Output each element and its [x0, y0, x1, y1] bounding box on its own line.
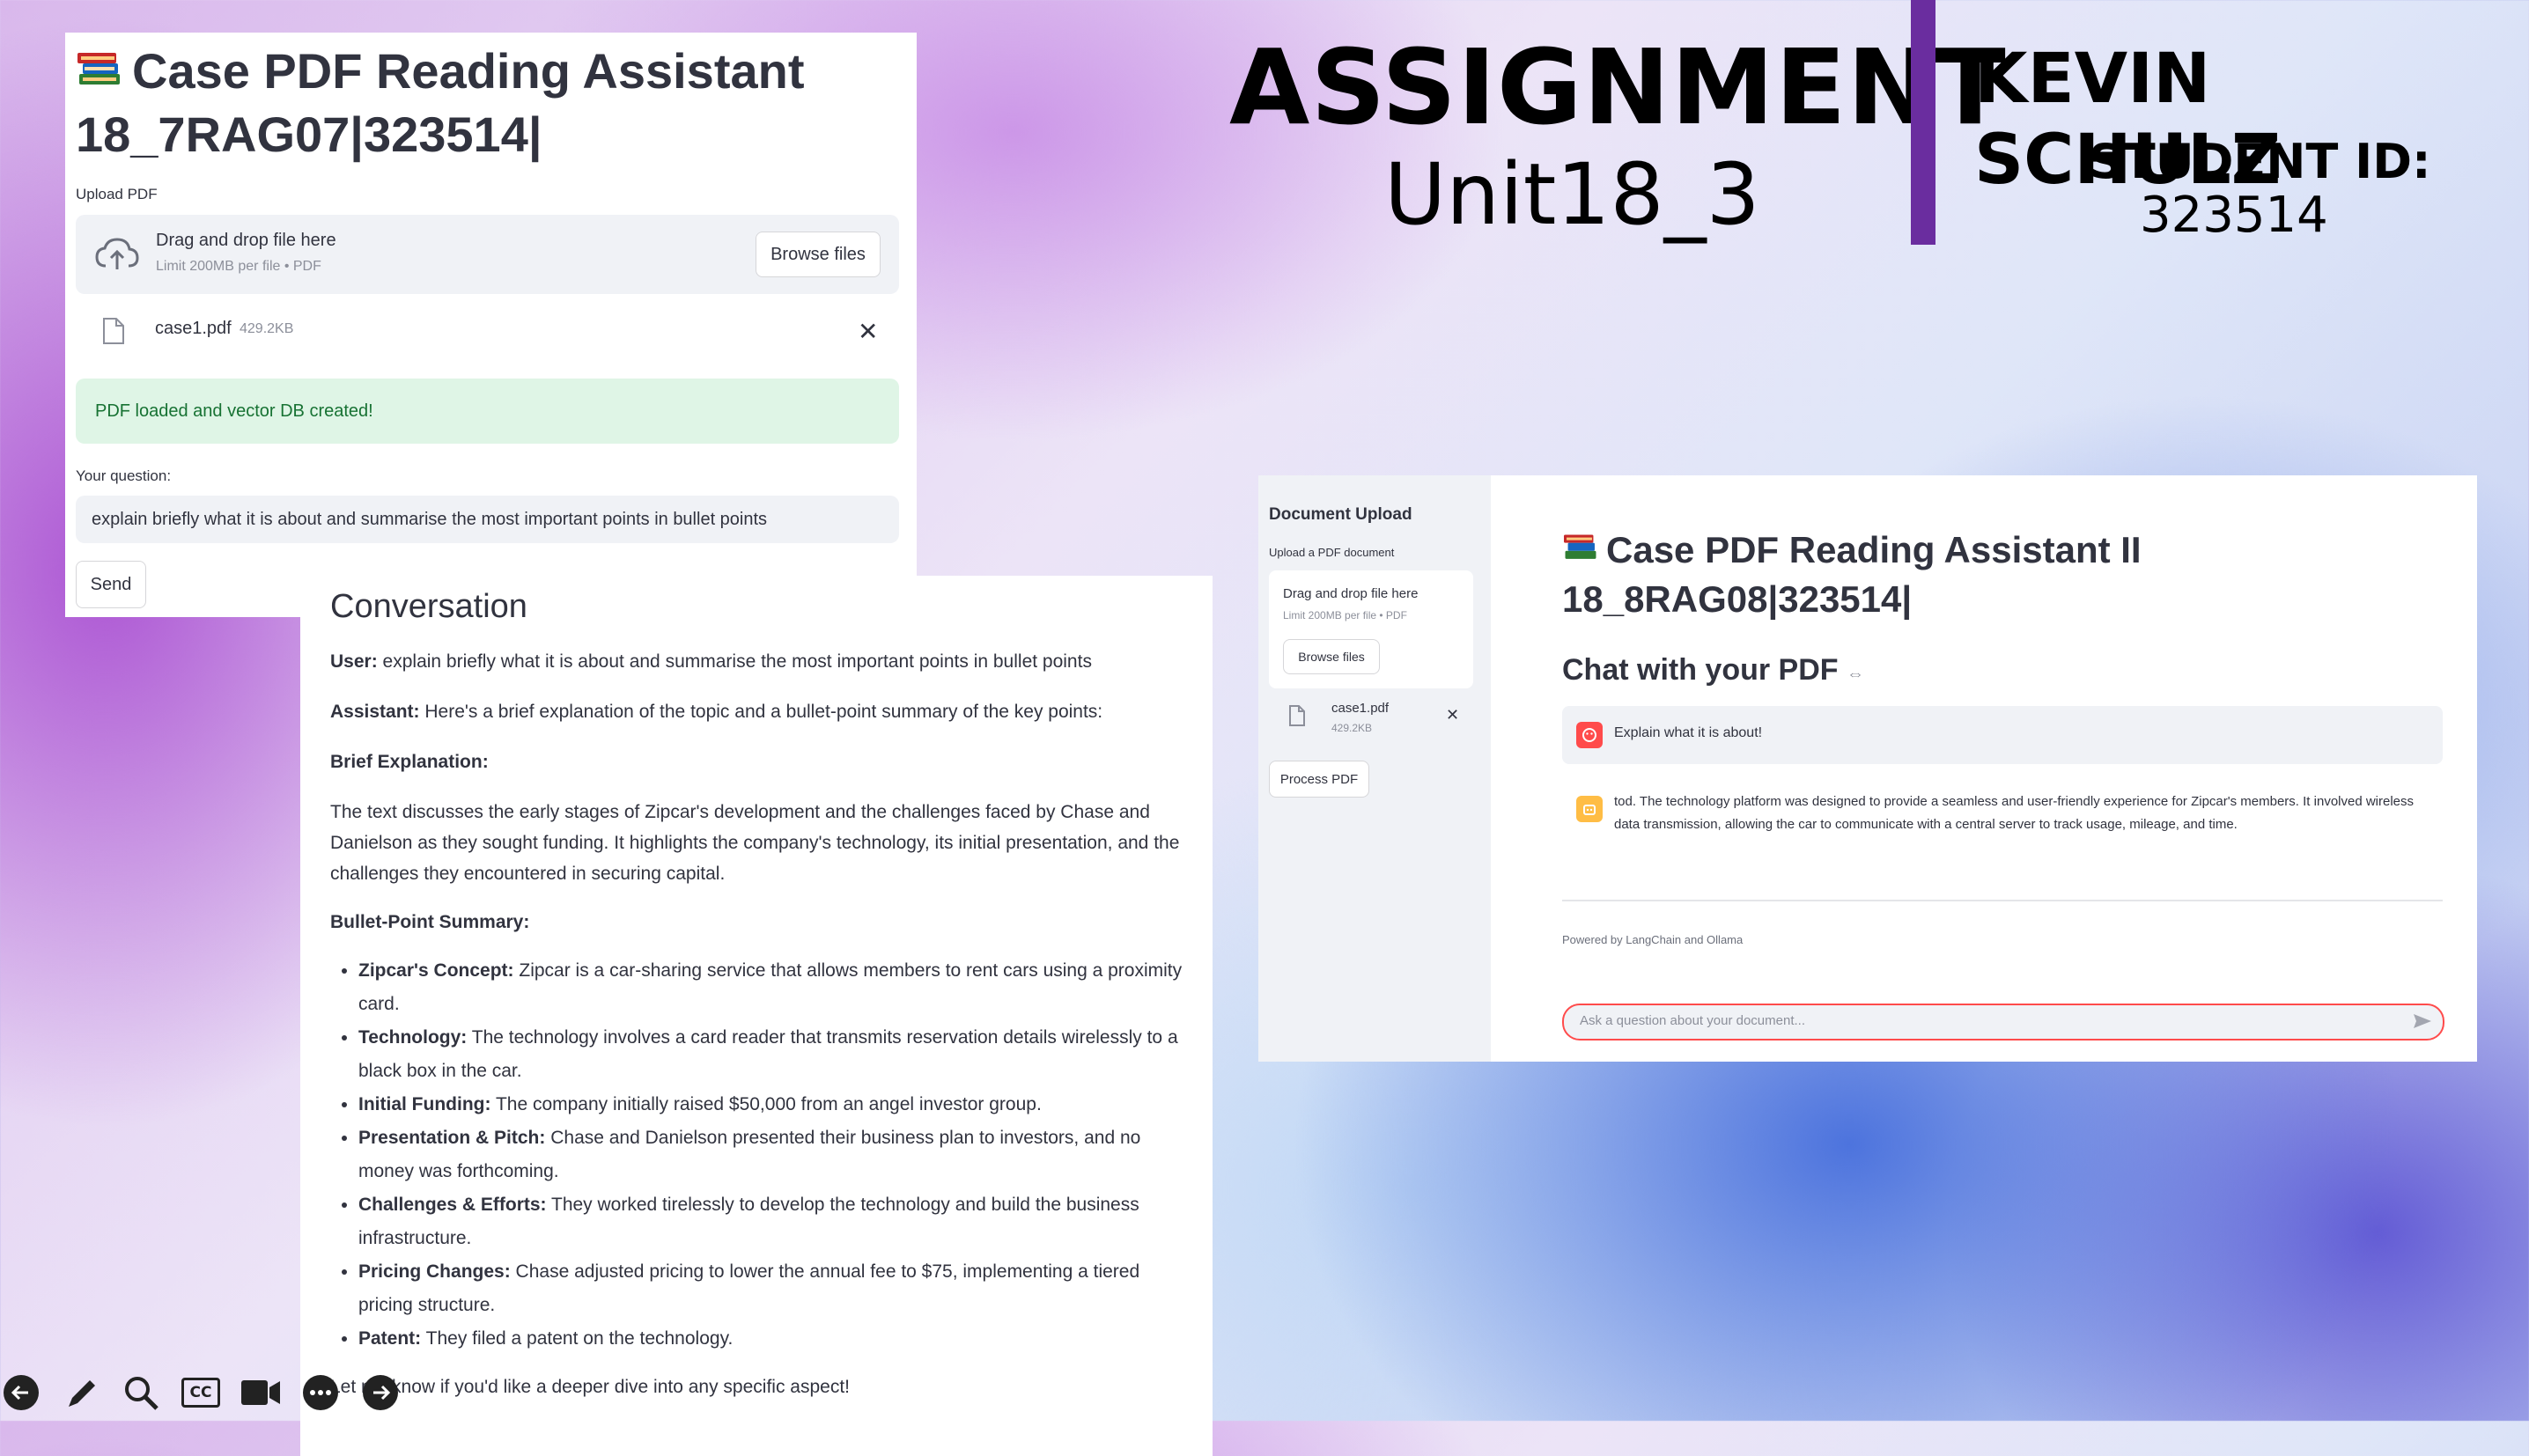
sidebar: Document Upload Upload a PDF document Dr… [1258, 475, 1491, 1062]
sidebar-file-size: 429.2KB [1331, 722, 1373, 734]
user-avatar-icon [1576, 722, 1603, 748]
sidebar-remove-file-icon[interactable]: ✕ [1446, 706, 1459, 724]
question-label: Your question: [76, 467, 172, 484]
conversation-heading: Conversation [330, 588, 527, 625]
bullet-summary: Zipcar's Concept: Zipcar is a car-sharin… [330, 954, 1189, 1356]
bullet-item: Presentation & Pitch: Chase and Danielso… [358, 1121, 1189, 1188]
bullet-item: Pricing Changes: Chase adjusted pricing … [358, 1255, 1189, 1322]
sidebar-upload-label: Upload a PDF document [1269, 546, 1395, 559]
bullet-item: Challenges & Efforts: They worked tirele… [358, 1188, 1189, 1255]
chat-message-assistant: tod. The technology platform was designe… [1562, 780, 2443, 850]
page-title: Case PDF Reading Assistant 18_7RAG07|323… [76, 43, 805, 162]
student-id-label: STUDENT ID: [2089, 134, 2431, 189]
closing-text: Let me know if you'd like a deeper dive … [330, 1377, 850, 1397]
reading-assistant-panel: Case PDF Reading Assistant 18_7RAG07|323… [65, 33, 917, 617]
forward-arrow-icon[interactable] [359, 1371, 402, 1414]
sidebar-title: Document Upload [1269, 505, 1412, 524]
sidebar-file-name: case1.pdf [1331, 701, 1390, 716]
bullet-item: Patent: They filed a patent on the techn… [358, 1322, 1189, 1356]
more-icon[interactable] [299, 1371, 342, 1414]
divider [1562, 900, 2443, 901]
remove-file-icon[interactable]: ✕ [858, 320, 878, 344]
cc-icon[interactable]: CC [180, 1371, 222, 1414]
brief-heading: Brief Explanation: [330, 752, 489, 772]
pen-icon[interactable] [60, 1371, 102, 1414]
file-name: case1.pdf [155, 319, 232, 338]
send-button[interactable]: Send [76, 561, 146, 608]
browse-files-button[interactable]: Browse files [756, 232, 881, 277]
sidebar-drop-limit: Limit 200MB per file • PDF [1283, 609, 1407, 621]
reading-assistant-ii-panel: Document Upload Upload a PDF document Dr… [1258, 475, 2477, 1062]
zoom-icon[interactable] [120, 1371, 162, 1414]
conversation-panel: Conversation User: explain briefly what … [300, 576, 1213, 1456]
page-subtitle: 18_7RAG07|323514| [76, 107, 542, 162]
chat-input-placeholder: Ask a question about your document... [1580, 1013, 1805, 1028]
books-icon [1562, 528, 1599, 576]
cloud-upload-icon [95, 238, 139, 276]
user-message: User: explain briefly what it is about a… [330, 651, 1092, 672]
assignment-unit: Unit18_3 [1384, 145, 1760, 244]
student-id-value: 323514 [2140, 187, 2328, 244]
back-arrow-icon[interactable] [0, 1371, 42, 1414]
success-alert: PDF loaded and vector DB created! [76, 379, 899, 444]
file-dropzone[interactable]: Drag and drop file here Limit 200MB per … [76, 215, 899, 294]
drop-text: Drag and drop file here [156, 231, 336, 250]
link-icon[interactable]: ⇔ [1847, 665, 1864, 684]
assistant-message: Assistant: Here's a brief explanation of… [330, 702, 1103, 722]
camera-icon[interactable] [240, 1371, 282, 1414]
bullet-item: Initial Funding: The company initially r… [358, 1088, 1189, 1121]
books-icon [76, 45, 123, 105]
sidebar-drop-text: Drag and drop file here [1283, 586, 1419, 601]
chat-input[interactable]: Ask a question about your document... [1562, 1004, 2444, 1041]
brief-text: The text discusses the early stages of Z… [330, 802, 1180, 884]
assignment-title: ASSIGNMENT [1229, 26, 2007, 148]
file-size: 429.2KB [240, 321, 294, 336]
drop-limit: Limit 200MB per file • PDF [156, 259, 321, 274]
chat-heading: Chat with your PDF ⇔ [1562, 653, 1865, 687]
assistant-avatar-icon [1576, 796, 1603, 822]
divider-bar [1911, 0, 1935, 245]
sidebar-file-icon [1288, 704, 1306, 732]
send-icon[interactable] [2413, 1012, 2432, 1034]
presentation-toolbar: CC [0, 1371, 402, 1414]
bullet-item: Zipcar's Concept: Zipcar is a car-sharin… [358, 954, 1189, 1021]
main-title: Case PDF Reading Assistant II 18_8RAG08|… [1562, 528, 2142, 620]
upload-label: Upload PDF [76, 186, 158, 202]
bullet-item: Technology: The technology involves a ca… [358, 1021, 1189, 1088]
sidebar-browse-button[interactable]: Browse files [1283, 639, 1380, 674]
main-subtitle: 18_8RAG08|323514| [1562, 578, 1913, 620]
user-message-text: Explain what it is about! [1614, 725, 1763, 740]
bullet-heading: Bullet-Point Summary: [330, 912, 530, 932]
sidebar-dropzone[interactable]: Drag and drop file here Limit 200MB per … [1269, 570, 1473, 688]
assistant-message-text: tod. The technology platform was designe… [1614, 794, 2415, 832]
file-icon [102, 317, 125, 349]
powered-by: Powered by LangChain and Ollama [1562, 933, 1744, 946]
process-pdf-button[interactable]: Process PDF [1269, 761, 1369, 798]
chat-message-user: Explain what it is about! [1562, 706, 2443, 764]
question-input[interactable]: explain briefly what it is about and sum… [76, 496, 899, 543]
